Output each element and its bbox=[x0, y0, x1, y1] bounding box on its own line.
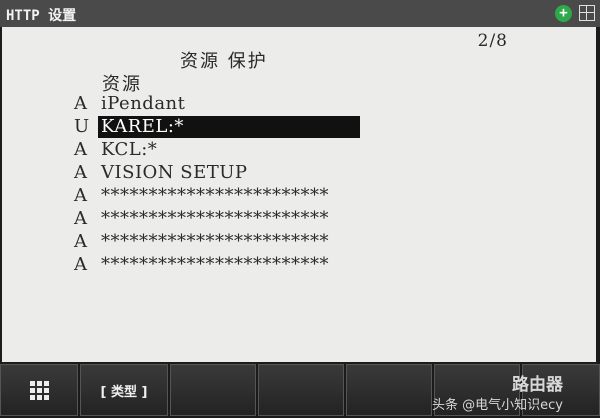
protection-status: A bbox=[74, 208, 87, 229]
type-softkey[interactable]: [ 类型 ] bbox=[80, 364, 168, 416]
resource-name: ************************ bbox=[101, 231, 329, 252]
resource-name: KCL:* bbox=[101, 139, 158, 160]
softkey-bar: [ 类型 ] 路由器 头条 @电气小知识ecy bbox=[0, 364, 600, 418]
protection-status: A bbox=[74, 231, 87, 252]
protection-status: A bbox=[74, 139, 87, 160]
watermark-site: 路由器 bbox=[512, 375, 563, 395]
protection-status: A bbox=[74, 162, 87, 183]
screen-title: HTTP 设置 bbox=[6, 8, 77, 24]
softkey-f2[interactable] bbox=[170, 364, 256, 416]
split-screen-icon[interactable] bbox=[579, 5, 595, 21]
protection-status: A bbox=[74, 254, 87, 275]
resource-name: VISION SETUP bbox=[101, 162, 248, 183]
page-heading: 资源 保护 bbox=[180, 51, 268, 72]
resource-name: iPendant bbox=[101, 93, 186, 114]
softkey-f3[interactable] bbox=[258, 364, 344, 416]
menu-softkey[interactable] bbox=[0, 364, 78, 416]
zoom-in-icon[interactable]: + bbox=[555, 5, 572, 22]
resource-name: KAREL:* bbox=[98, 116, 360, 138]
protection-status: U bbox=[74, 116, 90, 137]
protection-status: A bbox=[74, 185, 87, 206]
resource-name: ************************ bbox=[101, 254, 329, 275]
watermark-source: 头条 @电气小知识ecy bbox=[432, 398, 563, 413]
title-bar: HTTP 设置 + bbox=[0, 0, 600, 27]
protection-status: A bbox=[74, 93, 87, 114]
softkey-f4[interactable] bbox=[346, 364, 432, 416]
resource-name: ************************ bbox=[101, 185, 329, 206]
content-screen: 2/8 资源 保护 资源 A iPendant U KAREL:* A KCL:… bbox=[2, 27, 596, 362]
resource-name: ************************ bbox=[101, 208, 329, 229]
grid-menu-icon bbox=[29, 380, 49, 400]
page-indicator: 2/8 bbox=[477, 31, 508, 51]
